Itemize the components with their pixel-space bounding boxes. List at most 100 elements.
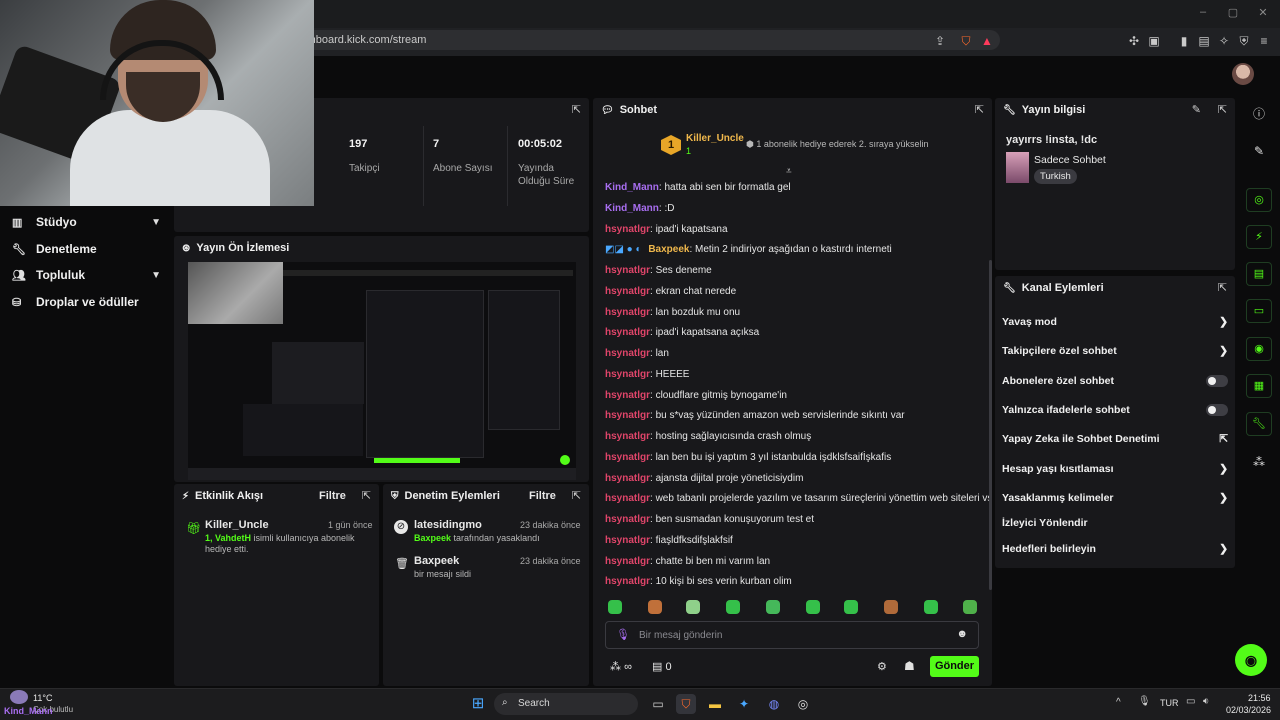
emote-icon[interactable] bbox=[686, 600, 700, 614]
chat-username[interactable]: hsynatlgr bbox=[605, 348, 650, 359]
action-account-age[interactable]: Hesap yaşı kısıtlaması ❯ bbox=[1002, 463, 1228, 475]
emote-icon[interactable] bbox=[963, 600, 977, 614]
bolt-icon[interactable]: ⚡︎ bbox=[1246, 225, 1272, 249]
capture-icon[interactable]: ◎ bbox=[1246, 188, 1272, 212]
chat-username[interactable]: hsynatlgr bbox=[605, 535, 650, 546]
emote-icon[interactable] bbox=[844, 600, 858, 614]
microphone-icon[interactable]: 🎙︎ bbox=[1138, 696, 1151, 707]
chat-username[interactable]: hsynatlgr bbox=[605, 307, 650, 318]
category-name[interactable]: Sadece Sohbet bbox=[1034, 154, 1106, 166]
activity-user[interactable]: Killer_Uncle bbox=[205, 519, 269, 531]
chat-scrollbar[interactable] bbox=[989, 260, 992, 590]
chat-username[interactable]: hsynatlgr bbox=[605, 327, 650, 338]
wallet-icon[interactable]: ▤ bbox=[1196, 33, 1212, 49]
emote-icon[interactable] bbox=[726, 600, 740, 614]
chat-icon[interactable]: ▭ bbox=[1246, 299, 1272, 323]
chat-tools-icon[interactable]: ☗ bbox=[904, 659, 915, 673]
vpn-icon[interactable]: ⛨ bbox=[1236, 33, 1252, 49]
menu-icon[interactable]: ≡ bbox=[1256, 33, 1272, 49]
chat-username[interactable]: hsynatlgr bbox=[605, 410, 650, 421]
open-external-icon[interactable]: ⇱ bbox=[1218, 281, 1227, 294]
document-icon[interactable]: ▤ bbox=[1246, 262, 1272, 286]
chat-input[interactable]: 🎙︎ Bir mesaj gönderin ☻ bbox=[605, 621, 979, 649]
sidebar-item-studio[interactable]: ▥ Stüdyo ▼ bbox=[12, 212, 167, 232]
action-set-goals[interactable]: Hedefleri belirleyin ❯ bbox=[1002, 543, 1228, 555]
pinned-gifter-name[interactable]: Killer_Uncle bbox=[686, 133, 744, 144]
sidebar-item-drops[interactable]: ⛁ Droplar ve ödüller bbox=[12, 292, 167, 312]
channel-points[interactable]: ⁂ ∞ bbox=[610, 660, 632, 673]
action-ai-moderation[interactable]: Yapay Zeka ile Sohbet Denetimi ⇱ bbox=[1002, 433, 1228, 445]
minimize-icon[interactable]: – bbox=[1196, 6, 1210, 20]
action-slow-mode[interactable]: Yavaş mod ❯ bbox=[1002, 316, 1228, 328]
sidebar-item-moderation[interactable]: 🔧︎ Denetleme bbox=[12, 239, 167, 259]
emote-icon[interactable] bbox=[648, 600, 662, 614]
file-explorer-icon[interactable]: ▬ bbox=[705, 694, 725, 714]
language-indicator[interactable]: TUR bbox=[1160, 698, 1179, 708]
clock-time[interactable]: 21:56 bbox=[1248, 693, 1271, 703]
microphone-icon[interactable]: 🎙︎ bbox=[616, 628, 630, 641]
chat-username[interactable]: hsynatlgr bbox=[605, 265, 650, 276]
address-bar[interactable]: ashboard.kick.com/stream bbox=[290, 30, 1000, 50]
chat-username[interactable]: hsynatlgr bbox=[605, 493, 650, 504]
chat-username[interactable]: hsynatlgr bbox=[605, 473, 650, 484]
emote-icon[interactable] bbox=[884, 600, 898, 614]
chat-username[interactable]: hsynatlgr bbox=[605, 390, 650, 401]
open-external-icon[interactable]: ⇱ bbox=[572, 489, 581, 502]
chat-username[interactable]: hsynatlgr bbox=[605, 286, 650, 297]
action-followers-only[interactable]: Takipçilere özel sohbet ❯ bbox=[1002, 345, 1228, 357]
discord-icon[interactable]: ◍ bbox=[764, 694, 784, 714]
moderation-user[interactable]: latesidingmo bbox=[414, 519, 482, 531]
emote-icon[interactable] bbox=[766, 600, 780, 614]
send-button[interactable]: Gönder bbox=[930, 656, 979, 677]
close-icon[interactable]: ✕ bbox=[1256, 6, 1270, 20]
maximize-icon[interactable]: ▢ bbox=[1226, 6, 1240, 20]
info-icon[interactable]: ⓘ bbox=[1246, 102, 1272, 126]
emote-icon[interactable] bbox=[608, 600, 622, 614]
share-icon[interactable]: ⇪ bbox=[932, 33, 948, 49]
leo-icon[interactable]: ✧ bbox=[1216, 33, 1232, 49]
support-button[interactable]: ◉ bbox=[1235, 644, 1267, 676]
chat-username[interactable]: Baxpeek bbox=[648, 244, 689, 255]
sidebar-toggle-icon[interactable]: ▮ bbox=[1176, 33, 1192, 49]
rewards-icon[interactable]: ▲ bbox=[979, 33, 995, 49]
chat-username[interactable]: Kind_Mann bbox=[605, 203, 659, 214]
emote-icon[interactable] bbox=[924, 600, 938, 614]
chevron-up-icon[interactable]: ^ bbox=[1116, 697, 1121, 708]
chat-username[interactable]: Kind_Mann bbox=[605, 182, 659, 193]
network-icon[interactable]: ▭ bbox=[1186, 696, 1195, 707]
chat-username[interactable]: hsynatlgr bbox=[605, 556, 650, 567]
volume-icon[interactable]: 🔉︎ bbox=[1203, 696, 1209, 707]
tab-icon[interactable]: ▣ bbox=[1146, 33, 1162, 49]
chat-username[interactable]: hsynatlgr bbox=[605, 452, 650, 463]
taskbar-search[interactable]: Search bbox=[494, 693, 638, 715]
edit-icon[interactable]: ✎ bbox=[1246, 139, 1272, 163]
open-external-icon[interactable]: ⇱ bbox=[572, 103, 581, 116]
open-external-icon[interactable]: ⇱ bbox=[362, 489, 371, 502]
wrench-icon[interactable]: 🔧︎ bbox=[1246, 412, 1272, 436]
windows-start-icon[interactable]: ⊞ bbox=[468, 694, 488, 714]
emote-icon[interactable] bbox=[806, 600, 820, 614]
layout-icon[interactable]: ▦ bbox=[1246, 374, 1272, 398]
app-icon[interactable]: ✦ bbox=[734, 694, 754, 714]
chat-username[interactable]: hsynatlgr bbox=[605, 369, 650, 380]
brave-app-icon[interactable]: ⛉ bbox=[676, 694, 696, 714]
obs-icon[interactable]: ◎ bbox=[793, 694, 813, 714]
gift-counter[interactable]: ▤ 0 bbox=[652, 660, 672, 673]
brave-shield-icon[interactable]: ⛉ bbox=[958, 33, 974, 49]
stream-preview-video[interactable] bbox=[188, 262, 576, 480]
weather-temp[interactable]: 11°C bbox=[33, 693, 52, 703]
chat-username[interactable]: hsynatlgr bbox=[605, 514, 650, 525]
emoji-icon[interactable]: ☻ bbox=[956, 628, 968, 640]
open-external-icon[interactable]: ⇱ bbox=[1218, 103, 1227, 116]
community-icon[interactable]: ⁂ bbox=[1246, 450, 1272, 474]
emote-only-toggle[interactable] bbox=[1206, 404, 1228, 416]
broadcast-icon[interactable]: ◉ bbox=[1246, 337, 1272, 361]
filter-button[interactable]: Filtre bbox=[319, 490, 346, 502]
collapse-pinned-icon[interactable]: ⩡ bbox=[786, 166, 792, 177]
subscribers-only-toggle[interactable] bbox=[1206, 375, 1228, 387]
edit-icon[interactable]: ✎ bbox=[1192, 103, 1201, 116]
chat-username[interactable]: hsynatlgr bbox=[605, 431, 650, 442]
task-view-icon[interactable]: ▭ bbox=[648, 694, 668, 714]
settings-gear-icon[interactable]: ⚙ bbox=[877, 660, 887, 673]
action-raid[interactable]: İzleyici Yönlendir bbox=[1002, 517, 1228, 529]
